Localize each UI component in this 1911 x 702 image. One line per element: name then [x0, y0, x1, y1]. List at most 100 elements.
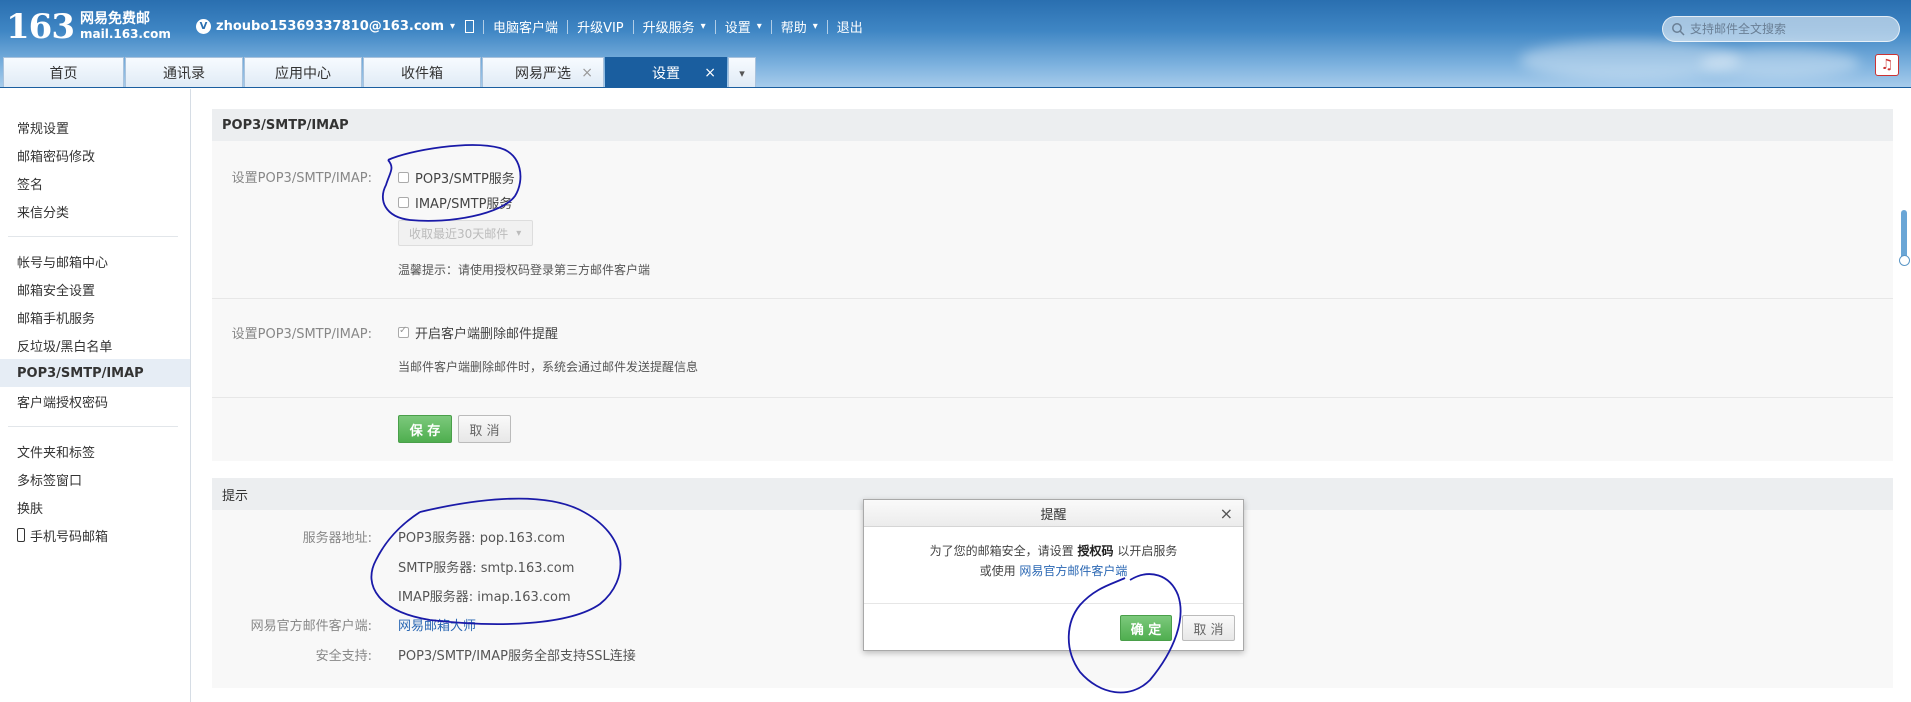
checkbox-label: IMAP/SMTP服务	[415, 197, 513, 212]
row-label: 设置POP3/SMTP/IMAP:	[231, 171, 372, 186]
tab-bar: 首页 通讯录 应用中心 收件箱 网易严选 × 设置 × ▾	[3, 57, 757, 88]
logo-number: 163	[6, 7, 75, 47]
dialog-text: 或使用	[979, 564, 1016, 578]
nav-upgrade-vip[interactable]: 升级VIP	[577, 17, 624, 36]
chevron-down-icon[interactable]: ▾	[757, 21, 762, 32]
cancel-button[interactable]: 取 消	[458, 415, 511, 443]
tab-inbox[interactable]: 收件箱	[363, 57, 481, 88]
nav-logout[interactable]: 退出	[837, 17, 863, 36]
smtp-server: SMTP服务器: smtp.163.com	[398, 561, 575, 576]
tab-app-center[interactable]: 应用中心	[244, 57, 362, 88]
scrollbar-thumb[interactable]	[1899, 210, 1910, 266]
sidebar-item-auth-code[interactable]: 客户端授权密码	[0, 387, 190, 415]
chevron-down-icon: ▾	[516, 227, 522, 239]
delete-remind-hint: 当邮件客户端删除邮件时，系统会通过邮件发送提醒信息	[398, 360, 699, 374]
imap-smtp-checkbox[interactable]: IMAP/SMTP服务	[398, 193, 512, 212]
chevron-down-icon[interactable]: ▾	[701, 21, 706, 32]
sidebar-item-mobile-service[interactable]: 邮箱手机服务	[0, 303, 190, 331]
auth-code-link[interactable]: 授权码	[1077, 544, 1113, 558]
tab-contacts[interactable]: 通讯录	[125, 57, 243, 88]
sidebar-item-label: 手机号码邮箱	[30, 529, 109, 545]
pop3-smtp-checkbox[interactable]: POP3/SMTP服务	[398, 168, 515, 187]
row-label: 网易官方邮件客户端:	[250, 619, 372, 634]
dialog-text: 为了您的邮箱安全，请设置	[929, 544, 1074, 558]
sidebar-item-folders[interactable]: 文件夹和标签	[0, 437, 190, 465]
top-header: 163 网易免费邮 mail.163.com V zhoubo153693378…	[0, 0, 1911, 88]
nav-settings[interactable]: 设置	[725, 17, 751, 36]
chevron-down-icon[interactable]: ▾	[813, 21, 818, 32]
sidebar-item-account-center[interactable]: 帐号与邮箱中心	[0, 247, 190, 275]
nav-divider	[826, 19, 828, 34]
dialog-text: 以开启服务	[1117, 544, 1178, 558]
logo-title: 网易免费邮	[79, 11, 150, 27]
sidebar-item-multi-tab[interactable]: 多标签窗口	[0, 465, 190, 493]
delete-remind-checkbox[interactable]: 开启客户端删除邮件提醒	[398, 323, 558, 342]
reminder-dialog: 提醒 × 为了您的邮箱安全，请设置 授权码 以开启服务 或使用 网易官方邮件客户…	[863, 499, 1244, 651]
row-divider	[212, 397, 1893, 398]
section-title: POP3/SMTP/IMAP	[212, 109, 1893, 141]
official-client-link[interactable]: 网易官方邮件客户端	[1019, 564, 1127, 578]
user-email[interactable]: zhoubo15369337810@163.com	[216, 19, 444, 34]
sidebar-item-antispam[interactable]: 反垃圾/黑白名单	[0, 331, 190, 359]
mobile-icon[interactable]	[465, 20, 475, 33]
mail-logo[interactable]: 163 网易免费邮 mail.163.com	[6, 10, 171, 44]
row-label: 安全支持:	[315, 649, 372, 664]
ssl-support-text: POP3/SMTP/IMAP服务全部支持SSL连接	[398, 649, 636, 664]
tab-home[interactable]: 首页	[3, 57, 124, 88]
nav-desktop-client[interactable]: 电脑客户端	[493, 17, 558, 36]
tab-more-button[interactable]: ▾	[728, 57, 756, 88]
nav-help[interactable]: 帮助	[781, 17, 807, 36]
music-note-icon[interactable]: ♫	[1875, 54, 1899, 76]
sidebar-item-mail-sort[interactable]: 来信分类	[0, 197, 190, 225]
row-label: 服务器地址:	[302, 531, 372, 546]
tab-settings[interactable]: 设置 ×	[605, 57, 727, 88]
settings-sidebar: 常规设置 邮箱密码修改 签名 来信分类 帐号与邮箱中心 邮箱安全设置 邮箱手机服…	[0, 89, 191, 702]
sidebar-item-general[interactable]: 常规设置	[0, 113, 190, 141]
sidebar-item-signature[interactable]: 签名	[0, 169, 190, 197]
row-label: 设置POP3/SMTP/IMAP:	[231, 327, 372, 342]
phone-icon	[17, 528, 25, 542]
mail-master-link[interactable]: 网易邮箱大师	[398, 615, 476, 634]
nav-divider	[770, 19, 772, 34]
nav-divider	[483, 19, 485, 34]
dialog-title: 提醒	[1040, 507, 1067, 523]
sidebar-item-security[interactable]: 邮箱安全设置	[0, 275, 190, 303]
tab-label: 应用中心	[275, 66, 331, 82]
nav-divider	[567, 19, 569, 34]
checkbox-box[interactable]	[398, 325, 409, 338]
pop3-server: POP3服务器: pop.163.com	[398, 531, 565, 546]
nav-upgrade-service[interactable]: 升级服务	[643, 17, 695, 36]
verified-badge-icon: V	[196, 19, 211, 34]
close-icon[interactable]: ×	[704, 65, 716, 81]
dialog-divider	[864, 603, 1243, 604]
close-icon[interactable]: ×	[581, 65, 593, 81]
tab-underline	[0, 87, 1911, 88]
sidebar-item-phone-mail[interactable]: 手机号码邮箱	[0, 521, 190, 549]
tab-label: 设置	[652, 66, 680, 82]
sidebar-group-account: 帐号与邮箱中心 邮箱安全设置 邮箱手机服务 反垃圾/黑白名单 POP3/SMTP…	[0, 237, 190, 415]
sidebar-item-pop3[interactable]: POP3/SMTP/IMAP	[0, 359, 190, 387]
imap-server: IMAP服务器: imap.163.com	[398, 590, 571, 605]
checkbox-label: 开启客户端删除邮件提醒	[415, 327, 559, 342]
chevron-down-icon[interactable]: ▾	[450, 21, 455, 32]
checkbox-box[interactable]	[398, 172, 409, 183]
fetch-range-select[interactable]: 收取最近30天邮件 ▾	[398, 220, 533, 246]
save-button[interactable]: 保 存	[398, 415, 452, 443]
dialog-cancel-button[interactable]: 取 消	[1182, 615, 1235, 641]
close-icon[interactable]: ×	[1220, 504, 1233, 523]
chevron-down-icon: ▾	[739, 66, 745, 80]
checkbox-box[interactable]	[398, 197, 409, 208]
dialog-message: 为了您的邮箱安全，请设置 授权码 以开启服务 或使用 网易官方邮件客户端	[864, 527, 1243, 581]
sidebar-item-password[interactable]: 邮箱密码修改	[0, 141, 190, 169]
sidebar-group-basic: 常规设置 邮箱密码修改 签名 来信分类	[0, 89, 190, 225]
search-box[interactable]	[1662, 16, 1900, 42]
checkbox-label: POP3/SMTP服务	[415, 172, 515, 187]
sidebar-item-skin[interactable]: 换肤	[0, 493, 190, 521]
dialog-header: 提醒 ×	[864, 500, 1243, 527]
sidebar-group-misc: 文件夹和标签 多标签窗口 换肤 手机号码邮箱	[0, 427, 190, 549]
tab-yanxuan[interactable]: 网易严选 ×	[482, 57, 604, 88]
nav-divider	[714, 19, 716, 34]
auth-code-hint: 温馨提示：请使用授权码登录第三方邮件客户端	[398, 263, 651, 277]
search-input[interactable]	[1690, 22, 1890, 36]
ok-button[interactable]: 确 定	[1120, 615, 1172, 641]
